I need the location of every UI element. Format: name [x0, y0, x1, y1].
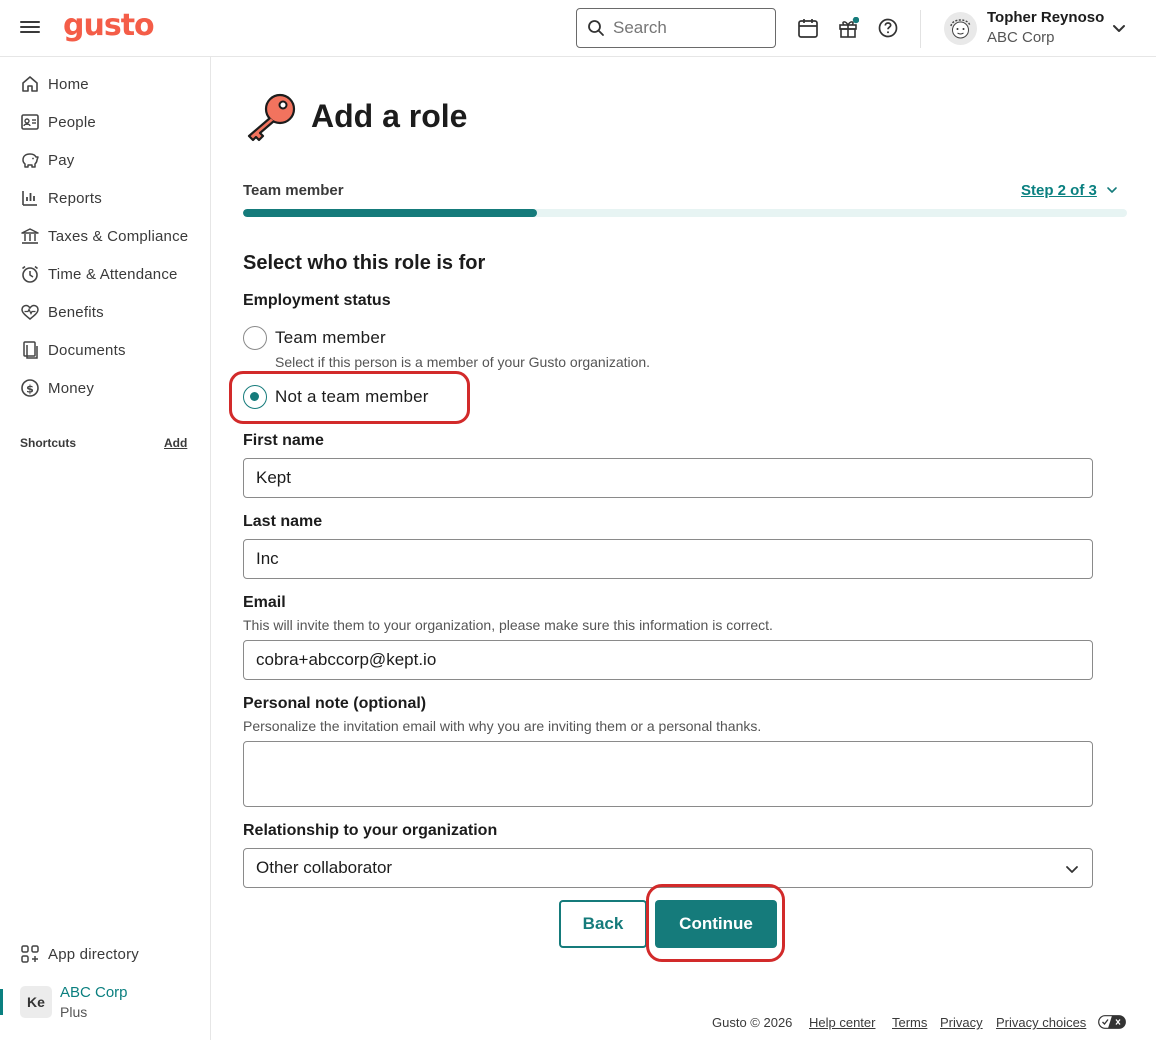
reports-icon: [22, 191, 37, 206]
personal-note-field[interactable]: [243, 741, 1093, 807]
sidebar-item-money[interactable]: $ Money: [20, 374, 200, 402]
sidebar-item-label: Documents: [48, 341, 126, 359]
sidebar-item-people[interactable]: People: [20, 108, 200, 136]
footer-privacy-link[interactable]: Privacy: [940, 1015, 983, 1030]
sidebar-item-reports[interactable]: Reports: [20, 184, 200, 212]
sidebar-item-label: Reports: [48, 189, 102, 207]
sidebar-item-label: App directory: [48, 945, 139, 963]
progress-fill: [243, 209, 538, 217]
menu-icon[interactable]: [20, 18, 40, 38]
progress-bar: [243, 209, 1127, 217]
email-help: This will invite them to your organizati…: [243, 617, 773, 633]
radio-not-team-member-label[interactable]: Not a team member: [275, 387, 429, 407]
relationship-value: Other collaborator: [256, 858, 393, 877]
chevron-down-icon[interactable]: [1111, 20, 1127, 36]
svg-text:$: $: [26, 382, 34, 395]
active-company-indicator: [0, 989, 3, 1015]
continue-button[interactable]: Continue: [655, 900, 777, 948]
company-badge[interactable]: Ke: [20, 986, 52, 1018]
home-icon: [22, 76, 38, 92]
footer-copyright: Gusto © 2026: [712, 1015, 793, 1030]
step-indicator-link[interactable]: Step 2 of 3: [1021, 182, 1097, 199]
privacy-choices-icon[interactable]: [1098, 1015, 1126, 1029]
search-icon: [588, 20, 604, 36]
chevron-down-icon: [1066, 866, 1078, 873]
sidebar-item-pay[interactable]: Pay: [20, 146, 200, 174]
search-box[interactable]: [576, 8, 776, 48]
shortcuts-heading: Shortcuts: [20, 436, 77, 450]
personal-note-label: Personal note (optional): [243, 695, 427, 712]
sidebar: Home People Pay Reports Taxes & Complian…: [0, 57, 211, 1040]
user-company[interactable]: ABC Corp: [987, 29, 1055, 46]
sidebar-item-home[interactable]: Home: [20, 70, 200, 98]
help-icon[interactable]: [877, 17, 899, 39]
company-name[interactable]: ABC Corp: [60, 984, 128, 1001]
sidebar-item-label: Time & Attendance: [48, 265, 178, 283]
email-label: Email: [243, 594, 286, 611]
calendar-icon[interactable]: [797, 17, 819, 39]
first-name-field[interactable]: [243, 458, 1093, 498]
last-name-field[interactable]: [243, 539, 1093, 579]
company-plan: Plus: [60, 1004, 88, 1020]
personal-note-help: Personalize the invitation email with wh…: [243, 718, 762, 734]
shortcuts-add-link[interactable]: Add: [164, 436, 187, 450]
search-input[interactable]: [613, 18, 763, 38]
people-icon: [21, 114, 39, 130]
sidebar-item-benefits[interactable]: Benefits: [20, 298, 200, 326]
documents-icon: [23, 341, 38, 359]
footer-terms-link[interactable]: Terms: [892, 1015, 927, 1030]
chevron-down-icon[interactable]: [1106, 184, 1118, 196]
taxes-icon: [21, 228, 39, 244]
sidebar-item-label: Home: [48, 75, 89, 93]
sidebar-item-taxes[interactable]: Taxes & Compliance: [20, 222, 200, 250]
relationship-label: Relationship to your organization: [243, 822, 498, 839]
footer-privacy-choices-link[interactable]: Privacy choices: [996, 1015, 1086, 1030]
first-name-label: First name: [243, 432, 324, 449]
app-directory-icon: [21, 945, 39, 963]
avatar[interactable]: [944, 12, 977, 45]
sidebar-item-label: People: [48, 113, 96, 131]
relationship-select[interactable]: Other collaborator: [243, 848, 1093, 888]
sidebar-item-label: Pay: [48, 151, 75, 169]
sidebar-item-label: Benefits: [48, 303, 104, 321]
last-name-label: Last name: [243, 513, 323, 530]
section-title: Select who this role is for: [243, 252, 486, 274]
top-bar: gusto Topher Reynoso ABC Corp: [0, 0, 1156, 57]
sidebar-item-label: Money: [48, 379, 95, 397]
pay-icon: [22, 153, 39, 168]
user-name[interactable]: Topher Reynoso: [987, 9, 1104, 26]
step-name: Team member: [243, 182, 344, 199]
radio-team-member-help: Select if this person is a member of you…: [275, 354, 651, 370]
clock-icon: [22, 265, 38, 283]
page-title: Add a role: [311, 98, 468, 134]
heart-icon: [21, 304, 39, 320]
money-icon: $: [21, 379, 39, 397]
gift-icon[interactable]: [837, 17, 859, 39]
sidebar-item-documents[interactable]: Documents: [20, 336, 200, 364]
radio-team-member-label[interactable]: Team member: [275, 328, 386, 348]
radio-team-member[interactable]: [243, 326, 267, 350]
header-divider: [920, 10, 921, 48]
sidebar-item-label: Taxes & Compliance: [48, 227, 189, 245]
sidebar-item-time[interactable]: Time & Attendance: [20, 260, 200, 288]
radio-not-team-member[interactable]: [243, 385, 267, 409]
footer-help-center-link[interactable]: Help center: [809, 1015, 875, 1030]
back-button[interactable]: Back: [559, 900, 647, 948]
email-field[interactable]: [243, 640, 1093, 680]
gusto-logo[interactable]: gusto: [63, 8, 155, 43]
employment-status-label: Employment status: [243, 292, 391, 309]
key-icon: [247, 93, 296, 142]
sidebar-item-app-directory[interactable]: App directory: [20, 940, 200, 968]
